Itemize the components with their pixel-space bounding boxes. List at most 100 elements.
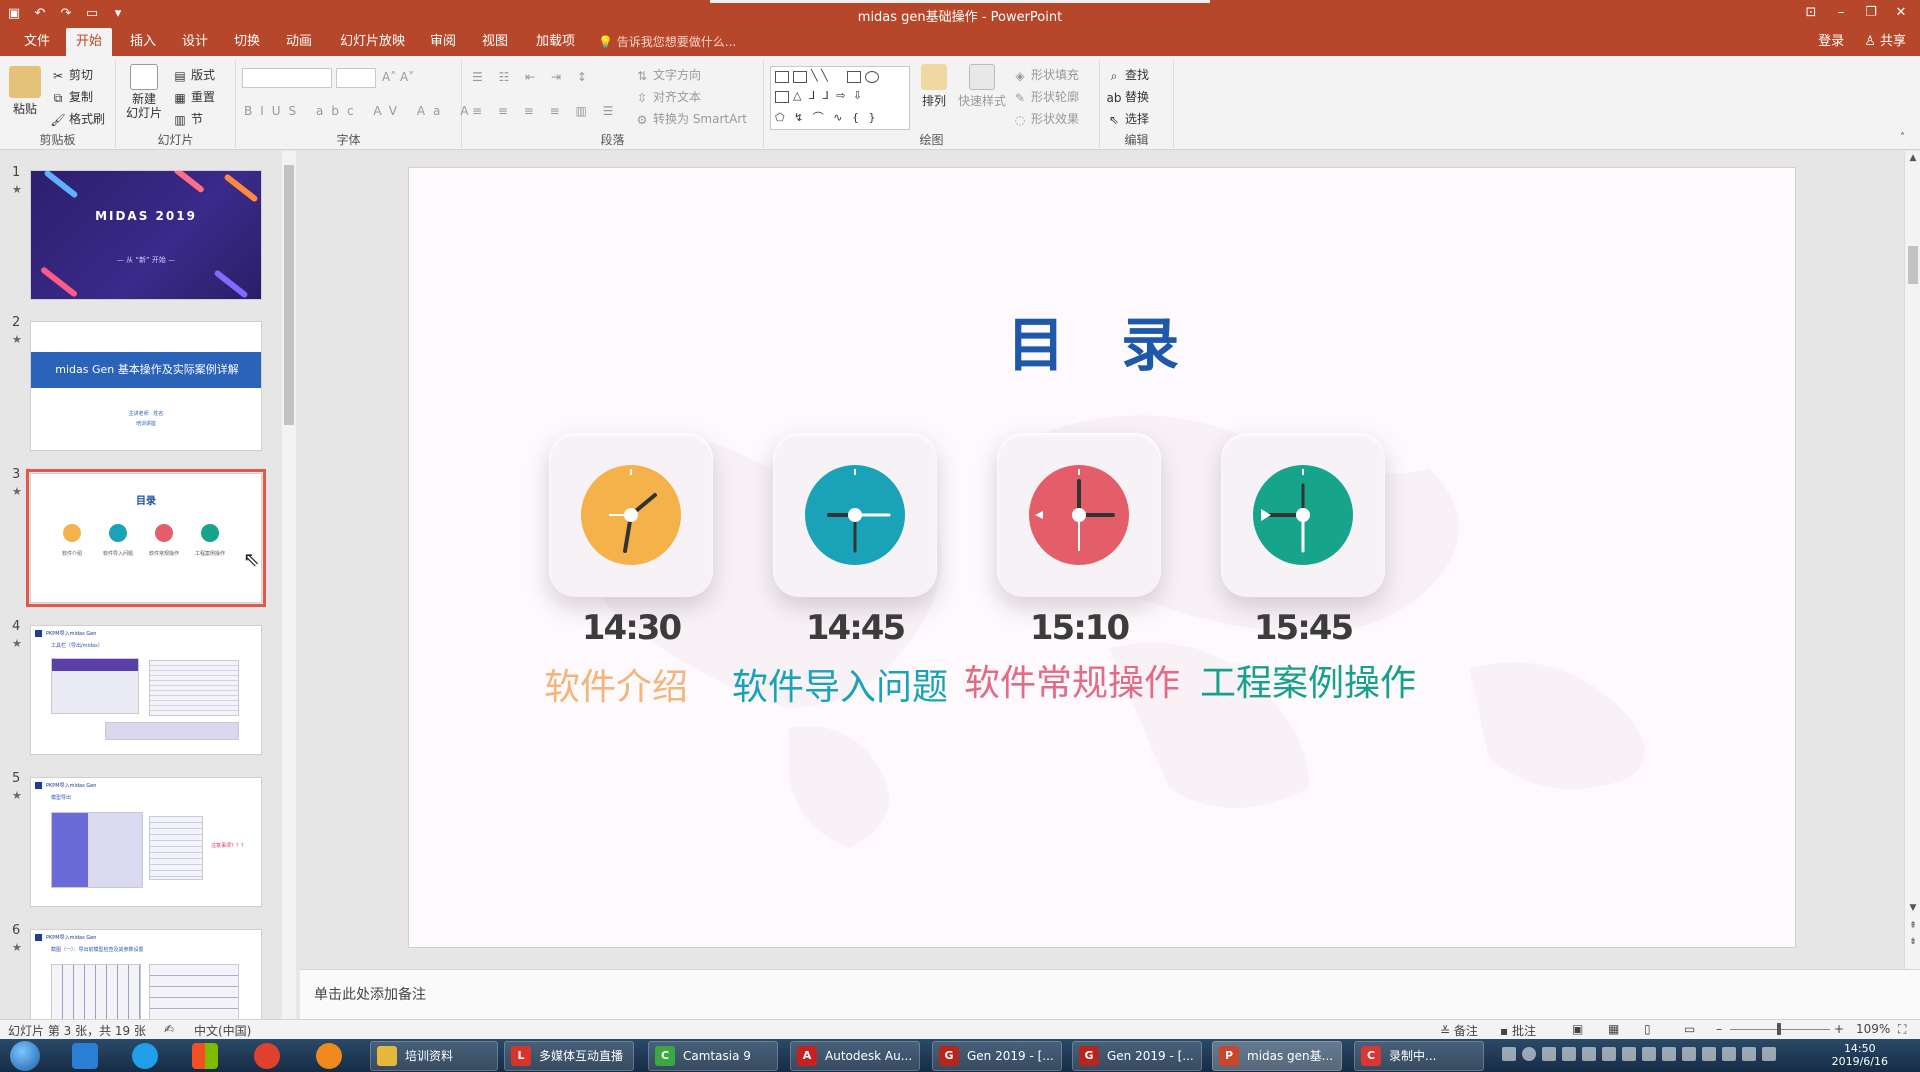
system-clock[interactable]: 14:50 2019/6/16 <box>1832 1042 1888 1068</box>
taskbar-window[interactable]: 培训资料 <box>370 1041 498 1071</box>
oval-shape-icon[interactable] <box>865 71 879 83</box>
arrange-button[interactable]: 排列 <box>916 64 952 109</box>
taskbar-window[interactable]: C Camtasia 9 <box>648 1041 778 1071</box>
curve-shape-icon[interactable]: ⬠ ↯ ⌒ ∿ { } <box>775 109 878 125</box>
tray-app-icon[interactable] <box>1662 1047 1676 1061</box>
slide-thumbnail-6[interactable]: PKPM导入midas Gen 截图（一）：导出前模型检查及其参数设置 <box>30 929 262 1019</box>
network-icon[interactable] <box>1742 1047 1756 1061</box>
textbox-shape-icon[interactable] <box>775 71 789 83</box>
clock-time[interactable]: 15:45 <box>1203 608 1403 648</box>
app-icon[interactable] <box>254 1043 280 1069</box>
slide-thumbnail-4[interactable]: PKPM导入midas Gen 工具栏（导出/midas） <box>30 625 262 755</box>
language-indicator[interactable]: 中文(中国) <box>194 1022 251 1039</box>
slide-title[interactable]: 目 录 <box>409 298 1795 382</box>
tray-app-icon[interactable] <box>1642 1047 1656 1061</box>
notes-pane[interactable]: 单击此处添加备注 <box>300 969 1920 1019</box>
slide-thumbnail-2[interactable]: midas Gen 基本操作及实际案例详解 主讲老师 · 姓名 培训讲座 <box>30 321 262 451</box>
clock-card[interactable] <box>773 433 937 597</box>
cut-button[interactable]: ✂ 剪切 <box>50 66 93 84</box>
slide-thumbnail-1[interactable]: MIDAS 2019 — 从 “新” 开始 — <box>30 170 262 300</box>
find-button[interactable]: ⌕ 查找 <box>1106 66 1149 84</box>
clock-card[interactable] <box>1221 433 1385 597</box>
slide-scroll-thumb[interactable] <box>1908 246 1918 284</box>
tray-app-icon[interactable] <box>1682 1047 1696 1061</box>
smartart-button[interactable]: ⚙ 转换为 SmartArt <box>634 110 747 128</box>
clock-time[interactable]: 14:30 <box>531 608 731 648</box>
slide-sorter-icon[interactable]: ▦ <box>1608 1022 1619 1036</box>
store-icon[interactable] <box>192 1043 218 1069</box>
copy-button[interactable]: ⧉ 复制 <box>50 88 93 106</box>
clock-card[interactable] <box>997 433 1161 597</box>
tab-insert[interactable]: 插入 <box>120 28 166 56</box>
agenda-label[interactable]: 软件导入问题 <box>705 658 975 710</box>
fit-slide-icon[interactable]: ⛶ <box>1898 1022 1906 1037</box>
tab-home[interactable]: 开始 <box>66 28 113 56</box>
volume-icon[interactable] <box>1762 1047 1776 1061</box>
tray-app-icon[interactable] <box>1602 1047 1616 1061</box>
current-slide[interactable]: 目 录 14:30 14:45 15:10 15:45 软件介绍 软件导入问题 … <box>408 167 1796 948</box>
tab-file[interactable]: 文件 <box>14 28 60 56</box>
restore-icon[interactable]: ❐ <box>1856 2 1886 24</box>
tray-app-icon[interactable] <box>1722 1047 1736 1061</box>
font-size-field[interactable] <box>336 68 376 88</box>
tray-app-icon[interactable] <box>1562 1047 1576 1061</box>
taskbar-window[interactable]: A Autodesk Au... <box>790 1041 920 1071</box>
taskbar-window[interactable]: G Gen 2019 - [... <box>932 1041 1062 1071</box>
scroll-up-icon[interactable]: ▲ <box>1907 153 1919 163</box>
slide-thumbnail-3[interactable]: 目录 软件介绍 软件导入问题 软件常规操作 工程案例操作 <box>26 469 266 607</box>
taskbar-window[interactable]: Pmidas gen基... <box>1212 1041 1342 1071</box>
flag-icon[interactable] <box>1702 1047 1716 1061</box>
comments-toggle[interactable]: ▪ 批注 <box>1500 1022 1536 1039</box>
font-format-buttons[interactable]: BIUS abc AV Aa A <box>244 104 476 118</box>
slide-thumbnail-5[interactable]: PKPM导入midas Gen 模型导出 注意事项？？？ <box>30 777 262 907</box>
font-name-field[interactable] <box>242 68 332 88</box>
browser-icon[interactable] <box>132 1043 158 1069</box>
tab-animations[interactable]: 动画 <box>276 28 322 56</box>
start-button[interactable] <box>10 1041 40 1071</box>
close-icon[interactable]: ✕ <box>1886 2 1916 24</box>
share-button[interactable]: ♙ 共享 <box>1864 28 1906 56</box>
zoom-out-icon[interactable]: – <box>1716 1022 1722 1036</box>
zoom-slider-thumb[interactable] <box>1777 1023 1781 1035</box>
tray-app-icon[interactable] <box>1542 1047 1556 1061</box>
taskbar-window[interactable]: L 多媒体互动直播 <box>504 1041 634 1071</box>
search-app-icon[interactable] <box>316 1043 342 1069</box>
replace-button[interactable]: ab 替换 <box>1106 88 1150 106</box>
shape-effects-button[interactable]: ◌ 形状效果 <box>1012 110 1079 128</box>
line-shape-icon[interactable]: ╲ ╲ <box>811 69 828 82</box>
clock-card[interactable] <box>549 433 713 597</box>
list-buttons[interactable]: ☰ ☷ ⇤ ⇥ ↕ <box>472 70 593 84</box>
ribbon-display-icon[interactable]: ⊡ <box>1796 2 1826 24</box>
tab-design[interactable]: 设计 <box>172 28 218 56</box>
tray-app-icon[interactable] <box>1582 1047 1596 1061</box>
ie-icon[interactable] <box>72 1043 98 1069</box>
tab-transitions[interactable]: 切换 <box>224 28 270 56</box>
agenda-label[interactable]: 工程案例操作 <box>1173 654 1443 706</box>
scroll-down-icon[interactable]: ▼ <box>1907 903 1919 913</box>
vtextbox-shape-icon[interactable] <box>793 71 807 83</box>
shapes-gallery[interactable]: ╲ ╲ △ ⅃ ⅃ ⇨ ⇩ ⬠ ↯ ⌒ ∿ { } <box>770 66 910 130</box>
section-button[interactable]: ▥ 节 <box>172 110 203 128</box>
new-slide-button[interactable]: 新建 幻灯片 <box>122 64 166 120</box>
normal-view-icon[interactable]: ▣ <box>1572 1022 1583 1036</box>
tab-review[interactable]: 审阅 <box>420 28 466 56</box>
tab-slideshow[interactable]: 幻灯片放映 <box>330 28 415 56</box>
shape-fill-button[interactable]: ◈ 形状填充 <box>1012 66 1079 84</box>
align-buttons[interactable]: ≡ ≡ ≡ ≡ ▥ ☰ <box>472 104 619 118</box>
reading-view-icon[interactable]: ▯ <box>1644 1022 1651 1036</box>
notes-toggle[interactable]: ≚ 备注 <box>1440 1022 1478 1039</box>
triangle-shape-icon[interactable]: △ ⅃ ⅃ ⇨ ⇩ <box>793 89 864 102</box>
thumbnail-scrollbar[interactable] <box>282 151 296 1019</box>
paste-button[interactable]: 粘贴 <box>6 66 44 117</box>
format-painter-button[interactable]: 🖌 格式刷 <box>50 110 105 128</box>
reset-button[interactable]: ▦ 重置 <box>172 88 215 106</box>
layout-button[interactable]: ▤ 版式 <box>172 66 215 84</box>
clock-time[interactable]: 14:45 <box>755 608 955 648</box>
shape-outline-button[interactable]: ✎ 形状轮廓 <box>1012 88 1079 106</box>
thumbnail-scroll-thumb[interactable] <box>284 165 294 425</box>
text-direction-button[interactable]: ⇅ 文字方向 <box>634 66 701 84</box>
tab-addins[interactable]: 加载项 <box>526 28 585 56</box>
spellcheck-icon[interactable]: ✍ <box>164 1022 174 1036</box>
notes-placeholder[interactable]: 单击此处添加备注 <box>314 984 426 1004</box>
rounded-rect-shape-icon[interactable] <box>775 91 789 103</box>
